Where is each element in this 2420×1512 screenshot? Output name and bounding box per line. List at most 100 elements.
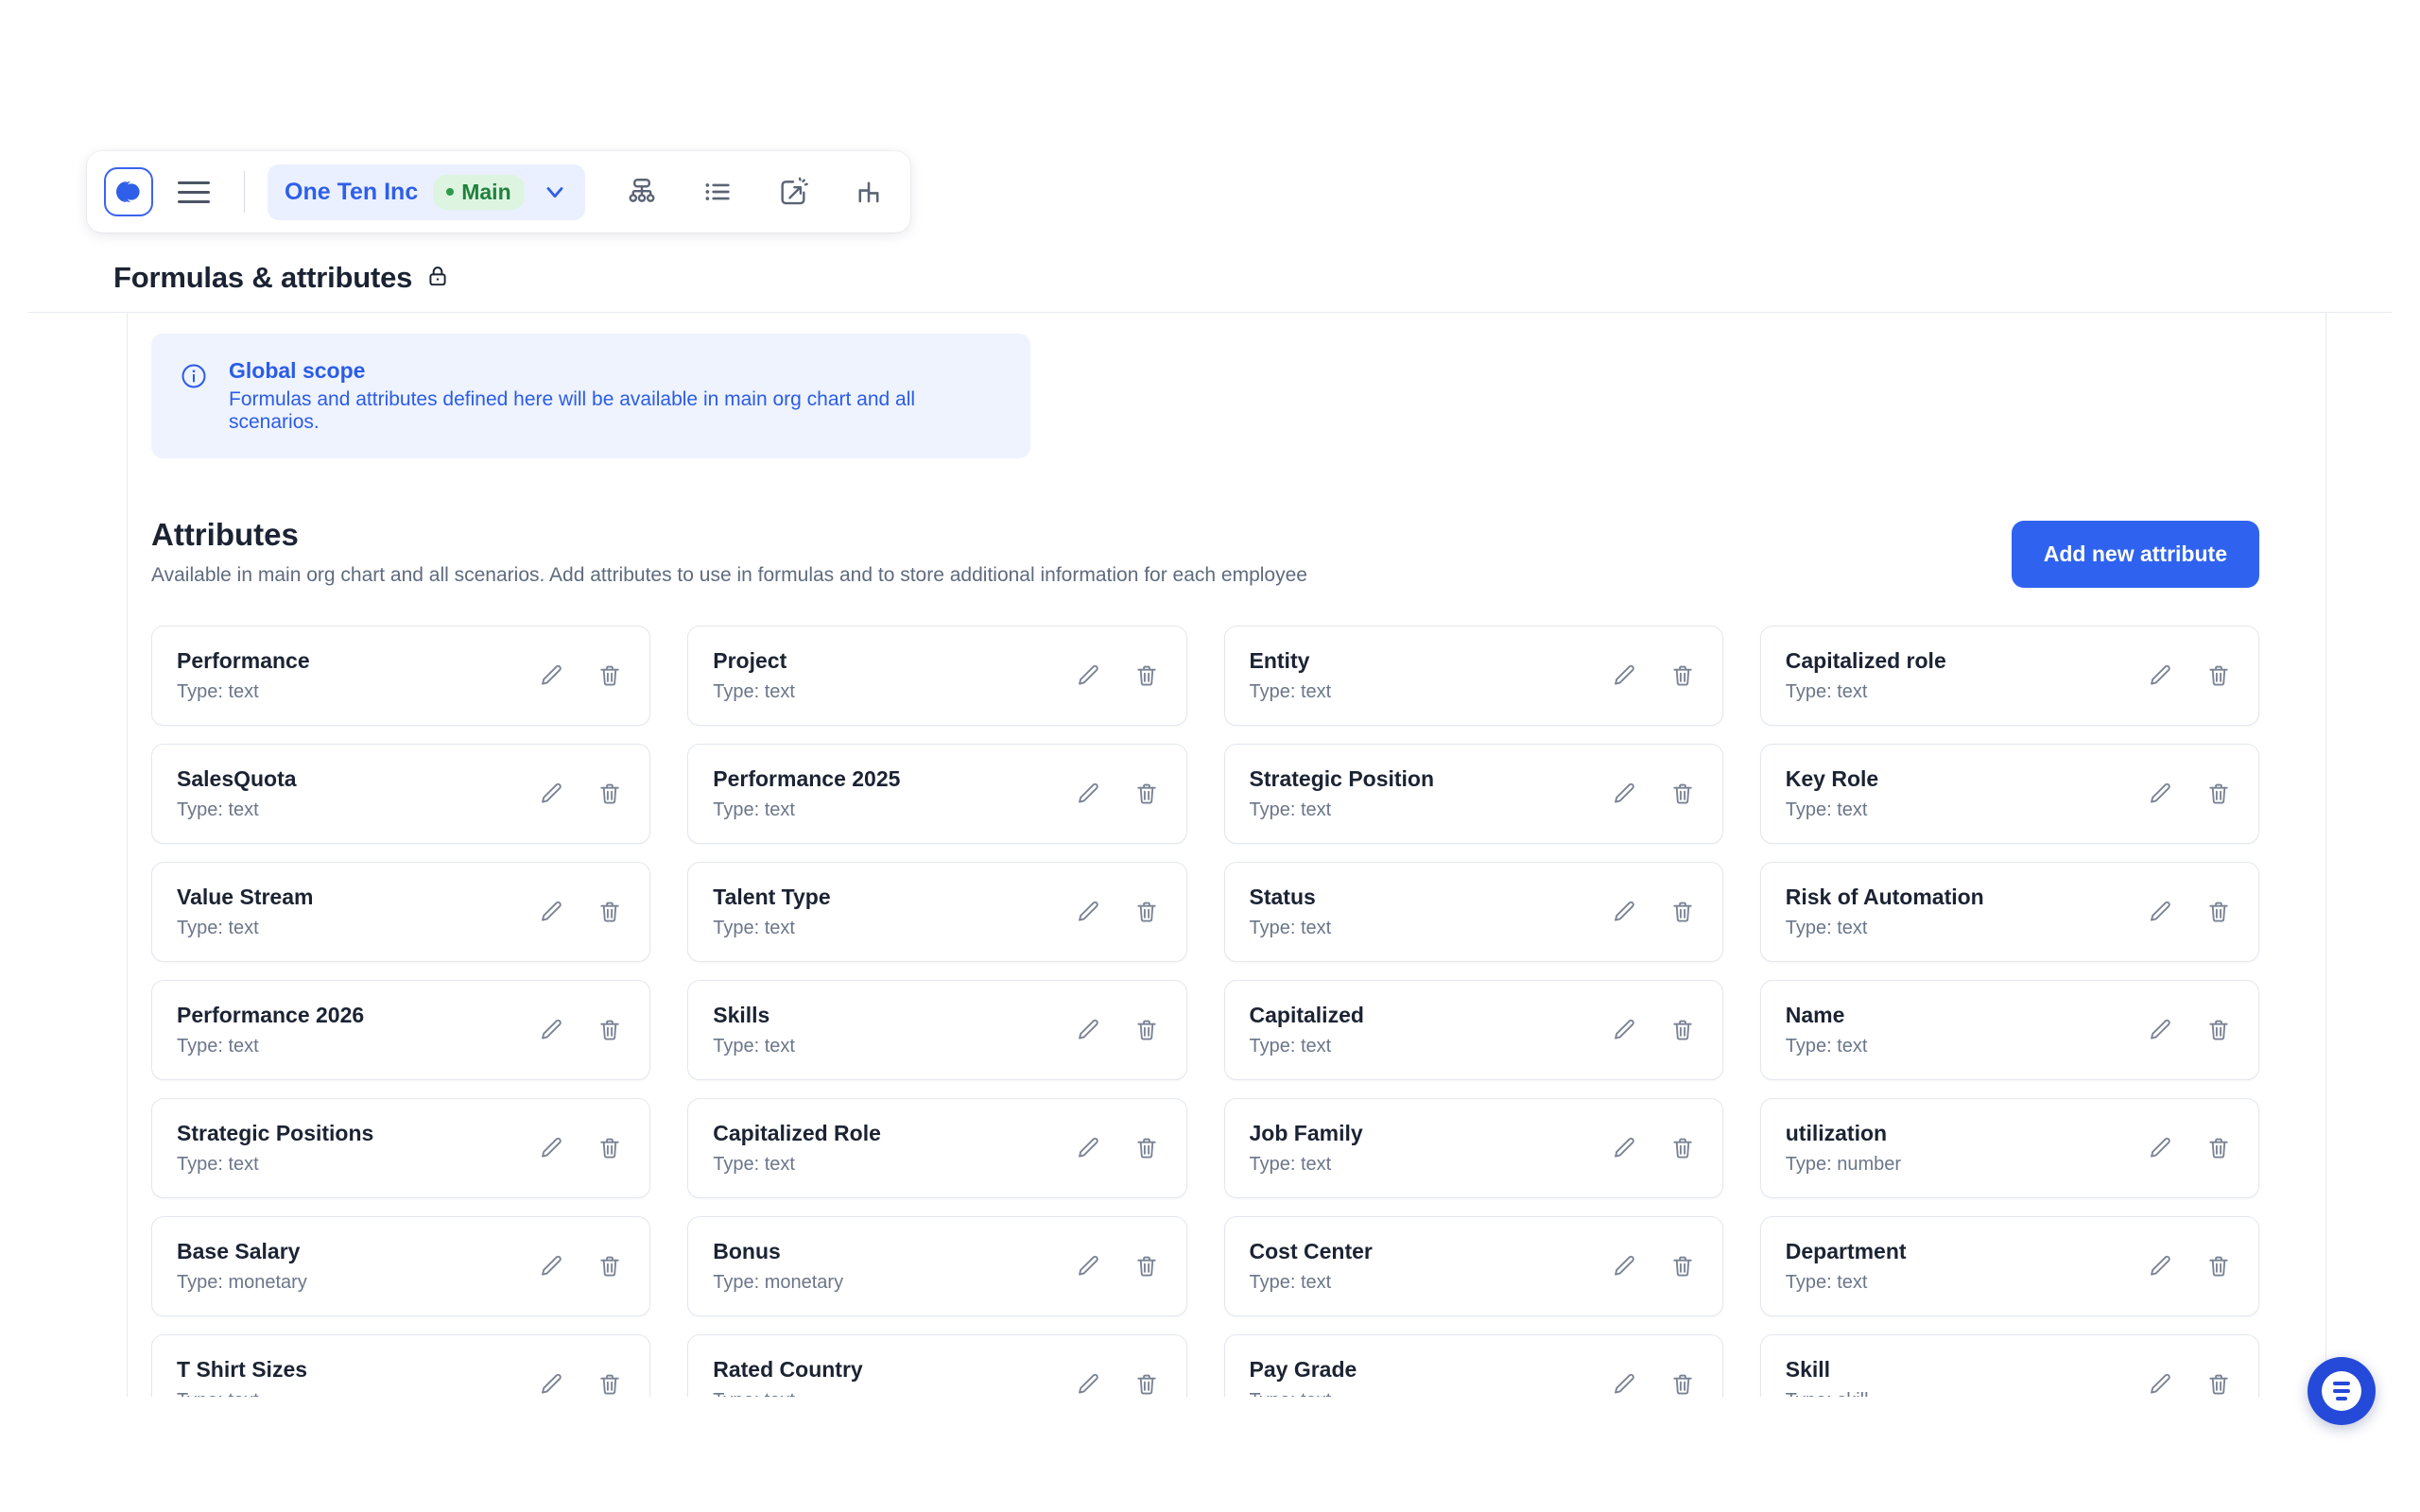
attribute-card[interactable]: Job Family Type: text: [1223, 1098, 1723, 1198]
trash-icon[interactable]: [1128, 1011, 1166, 1049]
trash-icon[interactable]: [1128, 1129, 1166, 1167]
attribute-text: Status Type: text: [1250, 885, 1332, 939]
scenario-icon[interactable]: [772, 171, 814, 213]
trash-icon[interactable]: [1128, 893, 1166, 931]
trash-icon[interactable]: [1664, 1366, 1702, 1397]
attribute-card[interactable]: Capitalized role Type: text: [1759, 626, 2259, 726]
attribute-card[interactable]: Cost Center Type: text: [1223, 1216, 1723, 1316]
pencil-icon[interactable]: [1605, 1011, 1643, 1049]
add-new-attribute-button[interactable]: Add new attribute: [2011, 521, 2259, 588]
pencil-icon[interactable]: [1069, 775, 1107, 813]
pencil-icon[interactable]: [1605, 657, 1643, 695]
trash-icon[interactable]: [1128, 1247, 1166, 1285]
pencil-icon[interactable]: [2141, 657, 2179, 695]
pencil-icon[interactable]: [1069, 1247, 1107, 1285]
pencil-icon[interactable]: [1069, 1129, 1107, 1167]
attribute-card[interactable]: Value Stream Type: text: [151, 862, 651, 962]
list-view-icon[interactable]: [697, 171, 738, 213]
pencil-icon[interactable]: [1605, 1366, 1643, 1397]
pencil-icon[interactable]: [1069, 893, 1107, 931]
attribute-card[interactable]: Entity Type: text: [1223, 626, 1723, 726]
trash-icon[interactable]: [2200, 1247, 2238, 1285]
chevron-down-icon[interactable]: [542, 179, 568, 205]
trash-icon[interactable]: [591, 1247, 629, 1285]
app-logo-icon[interactable]: [104, 167, 153, 216]
attribute-card[interactable]: Skills Type: text: [687, 980, 1187, 1080]
attribute-card[interactable]: Capitalized Role Type: text: [687, 1098, 1187, 1198]
trash-icon[interactable]: [591, 1129, 629, 1167]
chat-support-icon[interactable]: [2308, 1357, 2376, 1425]
trash-icon[interactable]: [1128, 1366, 1166, 1397]
pencil-icon[interactable]: [2141, 775, 2179, 813]
trash-icon[interactable]: [2200, 1129, 2238, 1167]
pencil-icon[interactable]: [2141, 893, 2179, 931]
attribute-card[interactable]: Strategic Positions Type: text: [151, 1098, 651, 1198]
trash-icon[interactable]: [1664, 1129, 1702, 1167]
trash-icon[interactable]: [2200, 775, 2238, 813]
pencil-icon[interactable]: [2141, 1366, 2179, 1397]
analytics-icon[interactable]: [848, 171, 890, 213]
attribute-card[interactable]: Rated Country Type: text: [687, 1334, 1187, 1397]
pencil-icon[interactable]: [1605, 893, 1643, 931]
trash-icon[interactable]: [1128, 657, 1166, 695]
pencil-icon[interactable]: [2141, 1129, 2179, 1167]
trash-icon[interactable]: [2200, 657, 2238, 695]
trash-icon[interactable]: [1664, 1247, 1702, 1285]
trash-icon[interactable]: [591, 657, 629, 695]
trash-icon[interactable]: [1664, 893, 1702, 931]
attribute-card[interactable]: Pay Grade Type: text: [1223, 1334, 1723, 1397]
pencil-icon[interactable]: [1605, 775, 1643, 813]
attribute-actions: [2141, 657, 2238, 695]
trash-icon[interactable]: [2200, 893, 2238, 931]
org-selector[interactable]: One Ten Inc Main: [268, 163, 585, 220]
attribute-card[interactable]: Base Salary Type: monetary: [151, 1216, 651, 1316]
attribute-card[interactable]: SalesQuota Type: text: [151, 744, 651, 844]
attribute-card[interactable]: Status Type: text: [1223, 862, 1723, 962]
attribute-card[interactable]: Bonus Type: monetary: [687, 1216, 1187, 1316]
pencil-icon[interactable]: [1069, 657, 1107, 695]
trash-icon[interactable]: [591, 1011, 629, 1049]
trash-icon[interactable]: [1664, 775, 1702, 813]
pencil-icon[interactable]: [532, 1366, 570, 1397]
attribute-card[interactable]: Performance 2025 Type: text: [687, 744, 1187, 844]
attribute-card[interactable]: Key Role Type: text: [1759, 744, 2259, 844]
pencil-icon[interactable]: [532, 893, 570, 931]
attribute-card[interactable]: Risk of Automation Type: text: [1759, 862, 2259, 962]
trash-icon[interactable]: [591, 775, 629, 813]
trash-icon[interactable]: [2200, 1011, 2238, 1049]
attribute-card[interactable]: Project Type: text: [687, 626, 1187, 726]
org-chart-icon[interactable]: [621, 171, 663, 213]
trash-icon[interactable]: [2200, 1366, 2238, 1397]
pencil-icon[interactable]: [532, 1129, 570, 1167]
pencil-icon[interactable]: [2141, 1011, 2179, 1049]
attribute-card[interactable]: utilization Type: number: [1759, 1098, 2259, 1198]
attribute-card[interactable]: Skill Type: skill: [1759, 1334, 2259, 1397]
attribute-card[interactable]: Performance 2026 Type: text: [151, 980, 651, 1080]
pencil-icon[interactable]: [1605, 1129, 1643, 1167]
pencil-icon[interactable]: [1069, 1366, 1107, 1397]
attribute-type: Type: text: [1249, 681, 1332, 702]
trash-icon[interactable]: [1128, 775, 1166, 813]
pencil-icon[interactable]: [1069, 1011, 1107, 1049]
pencil-icon[interactable]: [532, 775, 570, 813]
pencil-icon[interactable]: [532, 1011, 570, 1049]
attribute-card[interactable]: Talent Type Type: text: [687, 862, 1187, 962]
trash-icon[interactable]: [591, 1366, 629, 1397]
pencil-icon[interactable]: [2141, 1247, 2179, 1285]
info-icon: [180, 362, 208, 395]
attribute-card[interactable]: Capitalized Type: text: [1223, 980, 1723, 1080]
trash-icon[interactable]: [1664, 657, 1702, 695]
attribute-card[interactable]: Department Type: text: [1759, 1216, 2259, 1316]
trash-icon[interactable]: [591, 893, 629, 931]
attribute-actions: [532, 657, 629, 695]
hamburger-menu-icon[interactable]: [178, 170, 221, 214]
pencil-icon[interactable]: [1605, 1247, 1643, 1285]
attribute-actions: [1069, 1366, 1166, 1397]
pencil-icon[interactable]: [532, 657, 570, 695]
attribute-card[interactable]: Performance Type: text: [151, 626, 651, 726]
attribute-card[interactable]: Name Type: text: [1759, 980, 2259, 1080]
pencil-icon[interactable]: [532, 1247, 570, 1285]
attribute-card[interactable]: Strategic Position Type: text: [1223, 744, 1723, 844]
trash-icon[interactable]: [1664, 1011, 1702, 1049]
attribute-card[interactable]: T Shirt Sizes Type: text: [151, 1334, 651, 1397]
